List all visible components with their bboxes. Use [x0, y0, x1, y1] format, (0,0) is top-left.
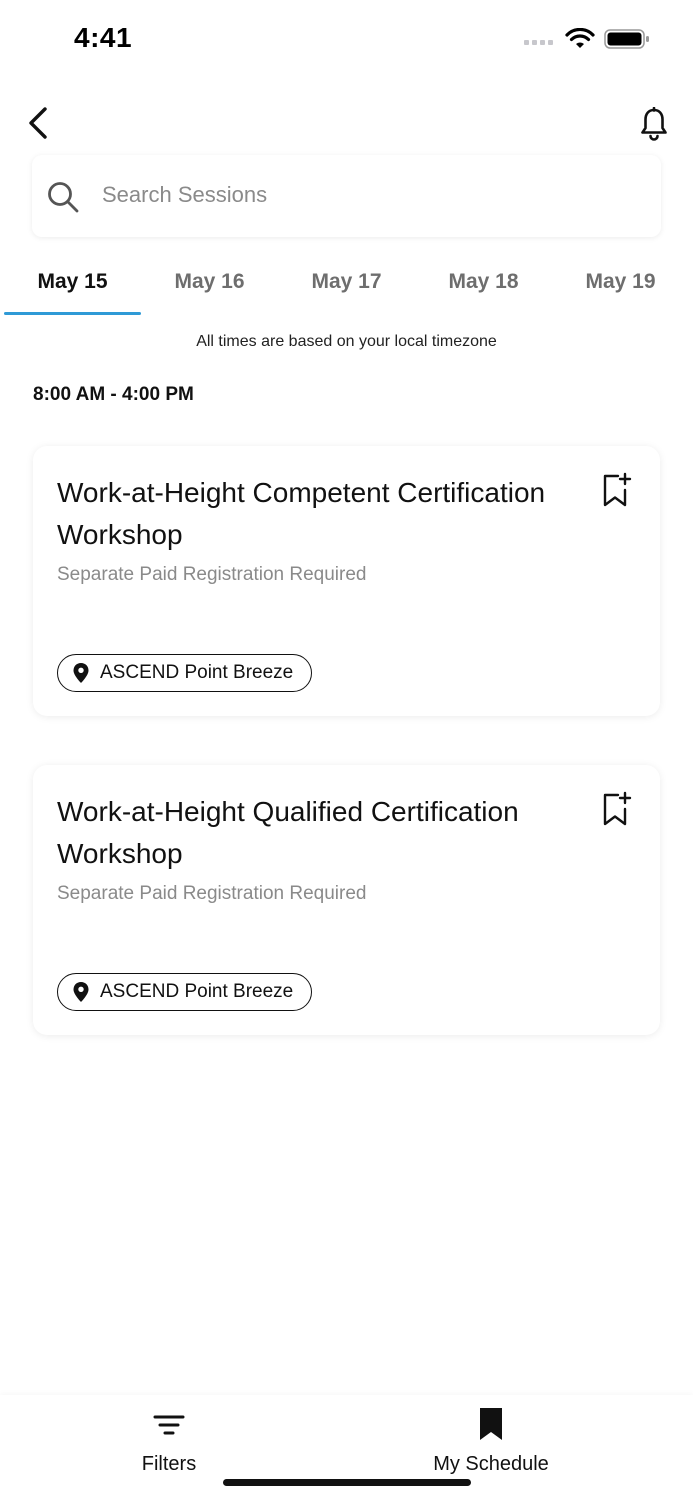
search-input[interactable] — [102, 172, 622, 218]
session-card[interactable]: Work-at-Height Competent Certification W… — [33, 446, 660, 716]
date-tabs: May 15 May 16 May 17 May 18 May 19 — [0, 250, 693, 318]
notifications-button[interactable] — [634, 103, 674, 145]
bookmark-add-icon[interactable] — [601, 472, 633, 508]
location-chip[interactable]: ASCEND Point Breeze — [57, 654, 313, 692]
time-block-heading: 8:00 AM - 4:00 PM — [33, 384, 194, 405]
bell-icon — [641, 107, 667, 141]
my-schedule-label: My Schedule — [433, 1453, 549, 1475]
status-time: 4:41 — [74, 22, 133, 53]
cellular-signal-icon — [524, 40, 553, 45]
tab-may-17[interactable]: May 17 — [278, 250, 415, 314]
nav-bar — [0, 95, 693, 149]
active-tab-indicator — [4, 312, 141, 315]
session-title: Work-at-Height Competent Certification W… — [57, 477, 546, 550]
bookmark-icon — [480, 1408, 502, 1440]
session-card[interactable]: Work-at-Height Qualified Certification W… — [33, 765, 660, 1035]
filter-icon — [153, 1415, 185, 1435]
wifi-icon — [565, 28, 595, 48]
bookmark-add-icon[interactable] — [601, 791, 633, 827]
my-schedule-button[interactable]: My Schedule — [420, 1407, 562, 1487]
location-chip[interactable]: ASCEND Point Breeze — [57, 973, 313, 1011]
session-title: Work-at-Height Qualified Certification W… — [57, 796, 519, 869]
filters-label: Filters — [141, 1453, 197, 1475]
timezone-note: All times are based on your local timezo… — [196, 333, 497, 350]
map-pin-icon — [73, 982, 89, 1002]
tab-may-15[interactable]: May 15 — [4, 250, 141, 314]
location-label: ASCEND Point Breeze — [100, 662, 294, 683]
back-button[interactable] — [20, 103, 56, 143]
home-indicator — [223, 1479, 471, 1486]
session-subtitle: Separate Paid Registration Required — [57, 564, 367, 585]
location-label: ASCEND Point Breeze — [100, 981, 294, 1002]
filters-button[interactable]: Filters — [128, 1407, 210, 1487]
session-subtitle: Separate Paid Registration Required — [57, 883, 367, 904]
search-icon — [48, 182, 79, 213]
tab-may-16[interactable]: May 16 — [141, 250, 278, 314]
tab-may-19[interactable]: May 19 — [552, 250, 689, 314]
tab-may-18[interactable]: May 18 — [415, 250, 552, 314]
status-bar: 4:41 — [0, 0, 693, 80]
chevron-left-icon — [29, 107, 47, 139]
battery-icon — [604, 29, 649, 49]
map-pin-icon — [73, 663, 89, 683]
